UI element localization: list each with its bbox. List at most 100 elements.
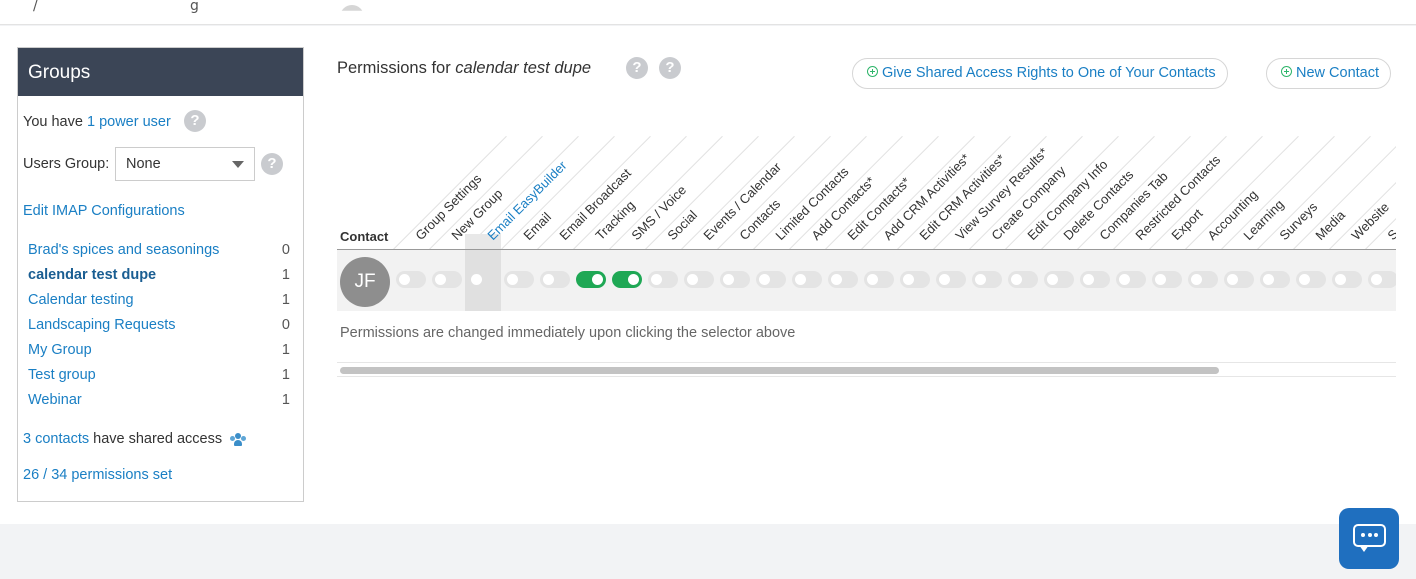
permissions-matrix: Group Settings New Group Email EasyBuilder… <box>337 118 1396 378</box>
toggle-knob <box>435 274 446 285</box>
permission-toggle[interactable] <box>684 271 714 288</box>
permission-toggle[interactable] <box>648 271 678 288</box>
permission-toggle[interactable] <box>864 271 894 288</box>
permission-toggle[interactable] <box>432 271 462 288</box>
toggle-knob <box>1299 274 1310 285</box>
permission-toggle[interactable] <box>936 271 966 288</box>
permission-toggle[interactable] <box>828 271 858 288</box>
group-name[interactable]: Calendar testing <box>28 292 134 308</box>
toggle-knob <box>975 274 986 285</box>
toggle-knob <box>1119 274 1130 285</box>
group-name[interactable]: Landscaping Requests <box>28 317 176 333</box>
permission-toggle[interactable] <box>972 271 1002 288</box>
power-user-link[interactable]: 1 power user <box>87 114 171 130</box>
toggle-knob <box>795 274 806 285</box>
users-group-value: None <box>126 156 161 172</box>
users-group-label: Users Group: <box>23 156 110 172</box>
permission-toggle[interactable] <box>1260 271 1290 288</box>
users-group-select[interactable]: None <box>115 147 255 181</box>
toggle-knob <box>592 274 603 285</box>
divider <box>337 376 1396 377</box>
group-name[interactable]: calendar test dupe <box>28 267 156 283</box>
permission-toggle[interactable] <box>540 271 570 288</box>
permission-toggle[interactable] <box>612 271 642 288</box>
permission-toggle[interactable] <box>1296 271 1326 288</box>
question-circle-icon[interactable]: ? <box>261 153 283 175</box>
top-bar: / g <box>0 0 1416 25</box>
edit-imap-link[interactable]: Edit IMAP Configurations <box>23 203 185 219</box>
group-count: 1 <box>281 392 290 408</box>
list-item[interactable]: Test group 1 <box>28 367 290 389</box>
toggle-knob <box>1047 274 1058 285</box>
permission-toggle[interactable] <box>1224 271 1254 288</box>
list-item[interactable]: Calendar testing 1 <box>28 292 290 314</box>
permission-toggle[interactable] <box>1368 271 1396 288</box>
permission-toggle[interactable] <box>1044 271 1074 288</box>
topbar-partial-text: g <box>190 0 199 14</box>
permission-toggle[interactable] <box>1116 271 1146 288</box>
plus-circle-icon <box>867 66 878 77</box>
group-count: 0 <box>281 317 290 333</box>
permission-column-header: Social <box>664 207 701 243</box>
permission-toggle[interactable] <box>1188 271 1218 288</box>
permissions-title: Permissions for calendar test dupe <box>337 59 592 77</box>
permission-toggle[interactable] <box>900 271 930 288</box>
question-circle-icon[interactable]: ? <box>659 57 681 79</box>
permission-toggle[interactable] <box>1152 271 1182 288</box>
permission-toggle[interactable] <box>576 271 606 288</box>
horizontal-scrollbar[interactable] <box>340 367 1219 374</box>
group-name[interactable]: Webinar <box>28 392 82 408</box>
list-item[interactable]: calendar test dupe 1 <box>28 267 290 289</box>
question-circle-icon[interactable]: ? <box>184 110 206 132</box>
chat-icon <box>1353 524 1386 547</box>
chat-button[interactable] <box>1339 508 1399 569</box>
new-contact-button[interactable]: New Contact <box>1266 58 1392 89</box>
permission-toggle[interactable] <box>1080 271 1110 288</box>
permission-column-header: S <box>1384 226 1396 243</box>
toggle-knob <box>723 274 734 285</box>
group-count: 1 <box>281 292 290 308</box>
toggle-knob <box>939 274 950 285</box>
groups-panel: Groups You have 1 power user ? Users Gro… <box>17 47 304 502</box>
list-item[interactable]: Brad's spices and seasonings 0 <box>28 242 290 264</box>
permission-column-header: Media <box>1312 207 1349 243</box>
toggle-knob <box>399 274 410 285</box>
permissions-set-link[interactable]: 26 / 34 permissions set <box>23 467 172 483</box>
list-item[interactable]: My Group 1 <box>28 342 290 364</box>
permission-toggle[interactable] <box>792 271 822 288</box>
permission-toggle[interactable] <box>468 271 498 288</box>
toggle-knob <box>759 274 770 285</box>
give-shared-access-button[interactable]: Give Shared Access Rights to One of Your… <box>852 58 1228 89</box>
plus-circle-icon <box>1281 66 1292 77</box>
permission-toggle[interactable] <box>1332 271 1362 288</box>
group-count: 1 <box>281 342 290 358</box>
permission-toggle[interactable] <box>720 271 750 288</box>
groups-title: Groups <box>18 48 303 96</box>
toggle-knob <box>1227 274 1238 285</box>
list-item[interactable]: Landscaping Requests 0 <box>28 317 290 339</box>
toggle-knob <box>1263 274 1274 285</box>
permission-toggle[interactable] <box>396 271 426 288</box>
toggle-knob <box>687 274 698 285</box>
topbar-partial-text: / <box>33 0 38 14</box>
toggle-knob <box>1083 274 1094 285</box>
permissions-note: Permissions are changed immediately upon… <box>340 325 796 341</box>
question-circle-icon[interactable]: ? <box>626 57 648 79</box>
toggle-knob <box>1155 274 1166 285</box>
shared-contacts-link[interactable]: 3 contacts <box>23 431 89 447</box>
avatar[interactable]: JF <box>340 257 390 307</box>
group-name[interactable]: My Group <box>28 342 92 358</box>
shared-access-text: 3 contacts have shared access <box>23 431 247 447</box>
permission-toggle[interactable] <box>504 271 534 288</box>
permission-toggle[interactable] <box>1008 271 1038 288</box>
permission-toggle[interactable] <box>756 271 786 288</box>
group-count: 0 <box>281 242 290 258</box>
toggle-knob <box>831 274 842 285</box>
toggle-knob <box>651 274 662 285</box>
group-name[interactable]: Brad's spices and seasonings <box>28 242 219 258</box>
toggle-knob <box>628 274 639 285</box>
toggle-knob <box>903 274 914 285</box>
chevron-down-icon <box>232 161 244 168</box>
group-name[interactable]: Test group <box>28 367 96 383</box>
list-item[interactable]: Webinar 1 <box>28 392 290 414</box>
